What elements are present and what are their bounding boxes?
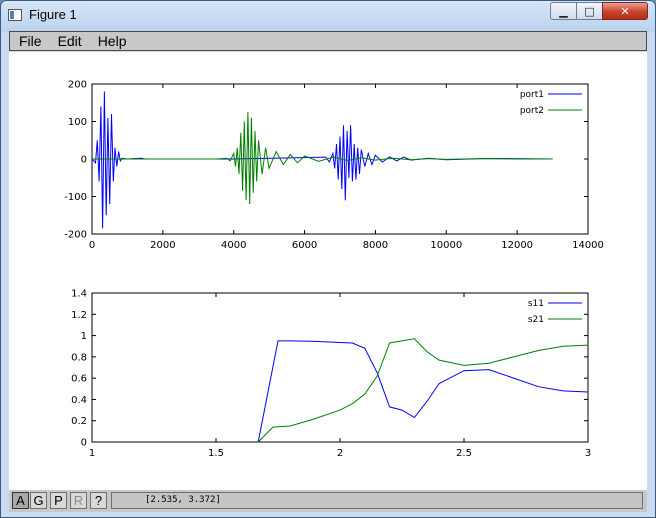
chart1-x-tick-label: 10000 xyxy=(430,240,462,251)
chart1-y-tick-label: -100 xyxy=(64,192,87,203)
chart1-x-tick-label: 4000 xyxy=(221,240,246,251)
chart1-y-tick-label: 100 xyxy=(68,117,87,128)
grid-button[interactable]: G xyxy=(30,492,47,509)
coordinate-readout: [2.535, 3.372] xyxy=(111,492,643,509)
maximize-icon: □ xyxy=(584,4,595,18)
chart1-y-tick-label: 0 xyxy=(81,155,87,166)
chart2-y-tick-label: 1.2 xyxy=(71,310,87,321)
chart2-legend-label-s11: s11 xyxy=(528,299,544,309)
chart1-y-tick-label: -200 xyxy=(64,230,87,241)
menu-help[interactable]: Help xyxy=(98,33,127,49)
chart1-x-tick-label: 6000 xyxy=(292,240,317,251)
chart2-y-tick-label: 1.4 xyxy=(71,289,87,300)
chart2-y-tick-label: 0.8 xyxy=(71,352,87,363)
chart1-x-tick-label: 2000 xyxy=(150,240,175,251)
help-button[interactable]: ? xyxy=(90,492,107,509)
chart2-x-tick-label: 3 xyxy=(585,448,591,459)
chart2-x-tick-label: 2 xyxy=(337,448,343,459)
chart1-x-tick-label: 14000 xyxy=(572,240,604,251)
chart1-legend-label-port1: port1 xyxy=(520,90,544,100)
autoscale-button[interactable]: A xyxy=(12,492,29,509)
title-bar[interactable]: Figure 1 ▁ □ ✕ xyxy=(1,1,655,29)
window-title: Figure 1 xyxy=(29,7,77,22)
menu-edit[interactable]: Edit xyxy=(58,33,82,49)
chart2-y-tick-label: 1 xyxy=(81,331,87,342)
status-bar: A G P R ? [2.535, 3.372] xyxy=(9,490,647,512)
chart2-x-tick-label: 2.5 xyxy=(456,448,472,459)
minimize-icon: ▁ xyxy=(559,4,568,18)
close-icon: ✕ xyxy=(620,4,630,18)
menu-bar: File Edit Help xyxy=(9,31,647,51)
plot-svg: 0 2000 4000 6000 8000 10000 12000 14000-200-100… xyxy=(64,80,604,460)
app-icon xyxy=(8,9,22,21)
chart1-x-tick-label: 8000 xyxy=(363,240,388,251)
close-button[interactable]: ✕ xyxy=(602,2,648,20)
chart1-x-tick-label: 0 xyxy=(89,240,95,251)
maximize-button[interactable]: □ xyxy=(576,2,603,20)
chart1-series-port2-line xyxy=(92,112,553,205)
plot-canvas[interactable]: 0 2000 4000 6000 8000 10000 12000 14000 -200 -100… xyxy=(9,52,647,490)
figure-window: Figure 1 ▁ □ ✕ File Edit Help 0 2000 4000 6… xyxy=(0,0,656,518)
chart2-y-tick-label: 0.6 xyxy=(71,374,87,385)
chart1-x-tick-label: 12000 xyxy=(501,240,533,251)
chart2-y-tick-label: 0 xyxy=(81,438,87,449)
menu-file[interactable]: File xyxy=(19,33,42,49)
chart2-x-tick-label: 1.5 xyxy=(208,448,224,459)
minimize-button[interactable]: ▁ xyxy=(550,2,577,20)
chart1-y-tick-label: 200 xyxy=(68,80,87,91)
print-button[interactable]: P xyxy=(50,492,67,509)
chart2-y-tick-label: 0.4 xyxy=(71,395,87,406)
chart2-x-tick-label: 1 xyxy=(89,448,95,459)
chart2-y-tick-label: 0.2 xyxy=(71,416,87,427)
chart2-axes-frame xyxy=(91,292,589,443)
rotate-button[interactable]: R xyxy=(70,492,87,509)
chart2-series-s21-line xyxy=(257,338,589,443)
chart2-series-s11-line xyxy=(257,340,589,443)
chart2-legend-label-s21: s21 xyxy=(528,315,544,325)
chart1-legend-label-port2: port2 xyxy=(520,106,544,116)
